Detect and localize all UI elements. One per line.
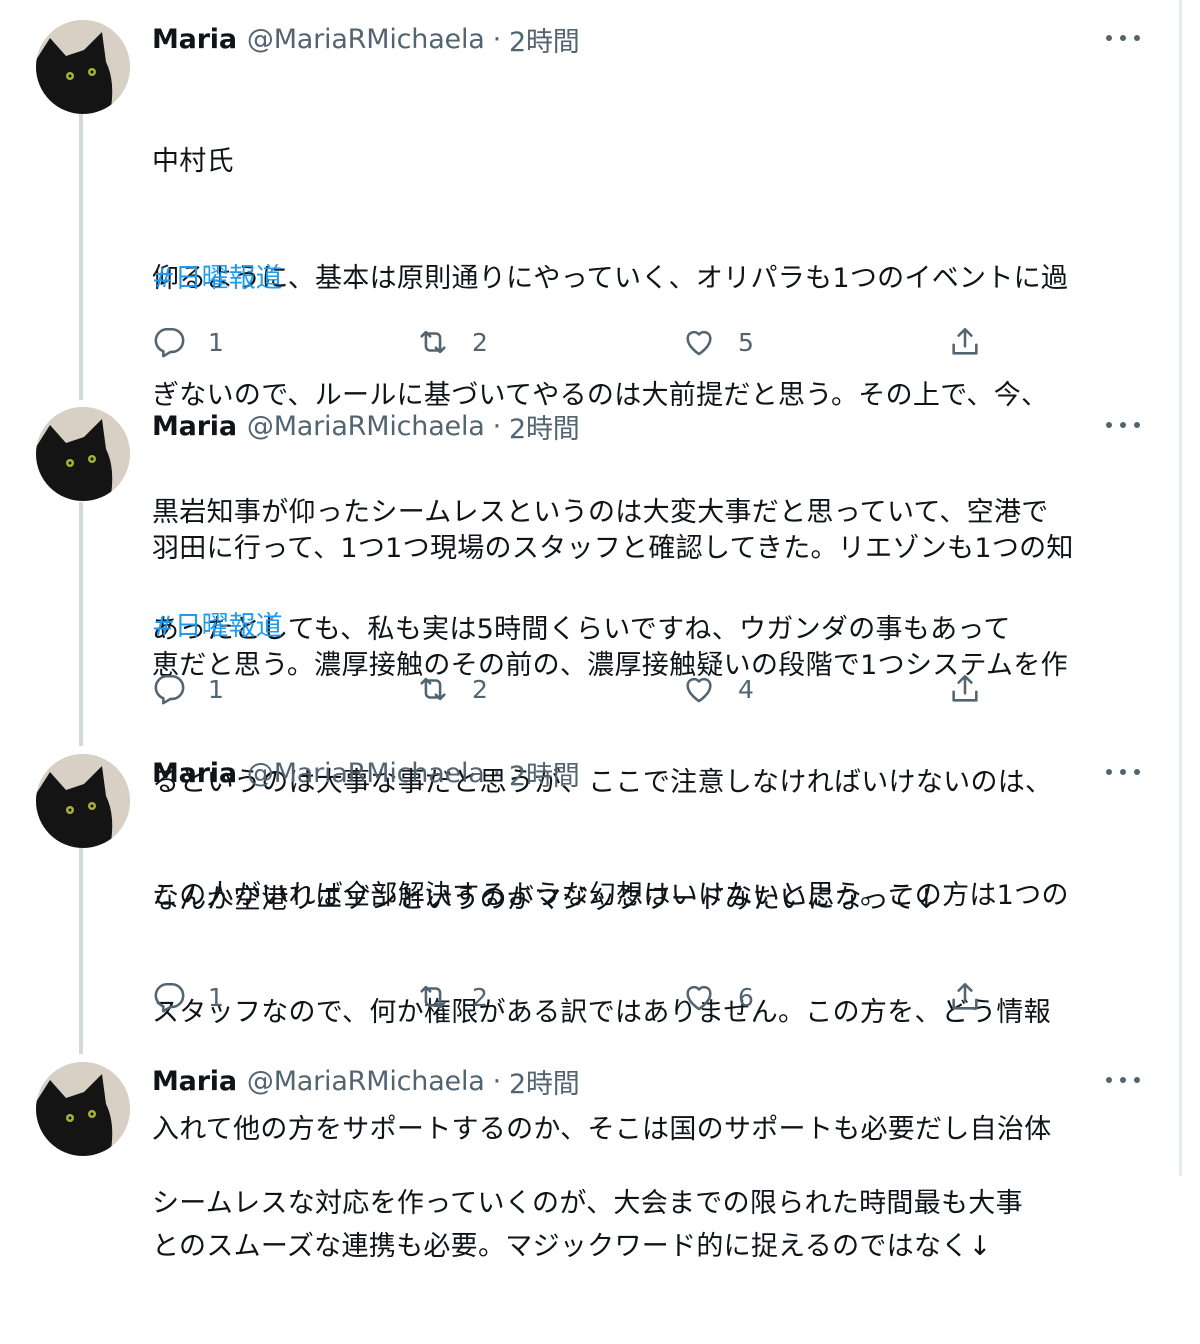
author-name[interactable]: Maria [152,1066,237,1097]
share-icon [952,327,978,355]
author-handle[interactable]: @MariaRMichaela [247,411,485,442]
more-horizontal-icon[interactable] [1106,760,1140,784]
like-button[interactable]: 6 [682,977,754,1017]
like-button[interactable]: 4 [682,669,754,709]
more-horizontal-icon[interactable] [1106,413,1140,437]
more-horizontal-icon[interactable] [1106,1068,1140,1092]
reply-count: 1 [208,674,224,704]
tweet-header: Maria @MariaRMichaela · 2時間 [152,407,580,446]
tweet-header: Maria @MariaRMichaela · 2時間 [152,754,580,793]
like-count: 6 [738,982,754,1012]
retweet-icon [420,677,446,701]
black-cat-avatar-icon [36,754,130,848]
tweet-header: Maria @MariaRMichaela · 2時間 [152,20,580,59]
tweet-actions: 1 2 6 [152,977,1002,1017]
tweet[interactable]: Maria @MariaRMichaela · 2時間 シームレスな対応を作って… [0,1062,1180,1219]
author-name[interactable]: Maria [152,24,237,55]
reply-icon [154,674,185,705]
more-horizontal-icon[interactable] [1106,26,1140,50]
separator-dot: · [492,410,502,442]
hashtag-link[interactable]: #日曜報道 [152,259,283,298]
tweet-header: Maria @MariaRMichaela · 2時間 [152,1062,580,1101]
retweet-count: 2 [472,327,488,357]
black-cat-avatar-icon [36,407,130,501]
tweet-text: シームレスな対応を作っていくのが、大会までの限られた時間最も大事 [152,1106,1142,1301]
author-handle[interactable]: @MariaRMichaela [247,758,485,789]
avatar[interactable] [36,1062,130,1156]
timestamp[interactable]: 2時間 [509,1062,580,1101]
heart-icon [686,985,712,1011]
author-handle[interactable]: @MariaRMichaela [247,1066,485,1097]
tweet[interactable]: Maria @MariaRMichaela · 2時間 中村氏 仰るように、基本… [0,20,1180,645]
black-cat-avatar-icon [36,20,130,114]
retweet-icon [420,985,446,1009]
separator-dot: · [492,23,502,55]
author-handle[interactable]: @MariaRMichaela [247,24,485,55]
tweet[interactable]: Maria @MariaRMichaela · 2時間 羽田に行って、1つ1つ現… [0,407,1180,915]
share-button[interactable] [948,322,982,362]
avatar[interactable] [36,754,130,848]
retweet-icon [420,330,446,354]
like-count: 4 [738,674,754,704]
reply-button[interactable]: 1 [152,669,224,709]
tweet-text-line: シームレスな対応を作っていくのが、大会までの限られた時間最も大事 [152,1188,1023,1219]
retweet-button[interactable]: 2 [416,977,488,1017]
share-icon [952,982,978,1010]
like-count: 5 [738,327,754,357]
tweet-text-line: 羽田に行って、1つ1つ現場のスタッフと確認してきた。リエゾンも1つの知 [152,533,1074,564]
retweet-button[interactable]: 2 [416,669,488,709]
share-button[interactable] [948,669,982,709]
retweet-button[interactable]: 2 [416,322,488,362]
retweet-count: 2 [472,674,488,704]
reply-count: 1 [208,327,224,357]
timestamp[interactable]: 2時間 [509,20,580,59]
separator-dot: · [492,757,502,789]
reply-count: 1 [208,982,224,1012]
avatar[interactable] [36,20,130,114]
tweet-text-line: この人がいれば全部解決するような幻想はいけないと思う。この方は1つの [152,880,1069,911]
author-name[interactable]: Maria [152,758,237,789]
reply-button[interactable]: 1 [152,322,224,362]
heart-icon [686,330,712,356]
black-cat-avatar-icon [36,1062,130,1156]
share-icon [952,674,978,702]
avatar[interactable] [36,407,130,501]
timestamp[interactable]: 2時間 [509,407,580,446]
reply-button[interactable]: 1 [152,977,224,1017]
tweet-text-line: 中村氏 [152,146,234,177]
reply-icon [154,327,185,358]
heart-icon [686,677,712,703]
tweet[interactable]: Maria @MariaRMichaela · 2時間 この人がいれば全部解決す… [0,754,1180,1262]
retweet-count: 2 [472,982,488,1012]
share-button[interactable] [948,977,982,1017]
timestamp[interactable]: 2時間 [509,754,580,793]
like-button[interactable]: 5 [682,322,754,362]
separator-dot: · [492,1065,502,1097]
reply-icon [154,982,185,1013]
tweet-actions: 1 2 5 [152,322,1002,362]
tweet-text-line: 仰るように、基本は原則通りにやっていく、オリパラも1つのイベントに過 [152,263,1069,294]
author-name[interactable]: Maria [152,411,237,442]
hashtag-link[interactable]: #日曜報道 [152,607,283,646]
tweet-actions: 1 2 4 [152,669,1002,709]
